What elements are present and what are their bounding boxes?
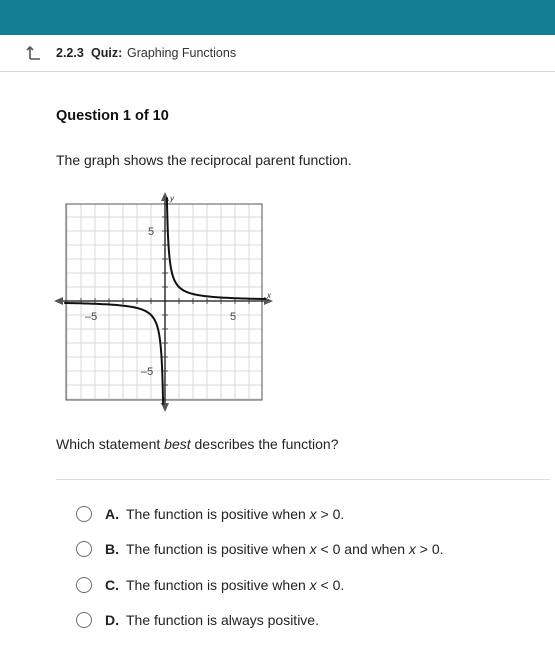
option-text: The function is positive when x < 0. [126,577,345,593]
option-c[interactable]: C. The function is positive when x < 0. [76,574,344,596]
option-a[interactable]: A. The function is positive when x > 0. [76,503,344,525]
curve-positive-branch [165,197,266,301]
option-letter: C. [105,577,119,593]
option-letter: A. [105,506,119,522]
quiz-title: Graphing Functions [127,46,237,60]
option-letter: D. [105,612,119,628]
y-tick-label-neg5: –5 [141,366,153,378]
y-tick-label-5: 5 [148,226,154,238]
divider [56,479,550,480]
option-text: The function is positive when x > 0. [126,506,345,522]
lesson-number: 2.2.3 [56,46,84,60]
question-heading: Question 1 of 10 [56,108,169,124]
breadcrumb: 2.2.3 Quiz: Graphing Functions [0,35,555,72]
x-axis-left-arrow [54,297,63,305]
option-b[interactable]: B. The function is positive when x < 0 a… [76,538,444,560]
curve-negative-branch [64,301,165,405]
quiz-label: Quiz: [91,46,123,60]
question-stem: Which statement best describes the funct… [56,436,339,452]
y-axis-label: y [169,194,175,203]
question-prompt: The graph shows the reciprocal parent fu… [56,152,352,168]
back-arrow-icon[interactable] [26,45,42,61]
x-axis-label: x [266,291,272,300]
x-tick-label-neg5: –5 [85,311,97,323]
option-text: The function is positive when x < 0 and … [126,541,444,557]
reciprocal-graph: x y –5 5 5 –5 [54,192,273,412]
option-text: The function is always positive. [126,612,319,628]
stem-emphasis: best [164,436,191,452]
radio-button[interactable] [76,506,92,522]
stem-text-after: describes the function? [190,436,339,452]
option-d[interactable]: D. The function is always positive. [76,609,319,631]
radio-button[interactable] [76,577,92,593]
stem-text-before: Which statement [56,436,165,452]
radio-button[interactable] [76,541,92,557]
x-tick-label-5: 5 [230,311,236,323]
top-bar [0,0,555,35]
option-letter: B. [105,541,119,557]
radio-button[interactable] [76,612,92,628]
